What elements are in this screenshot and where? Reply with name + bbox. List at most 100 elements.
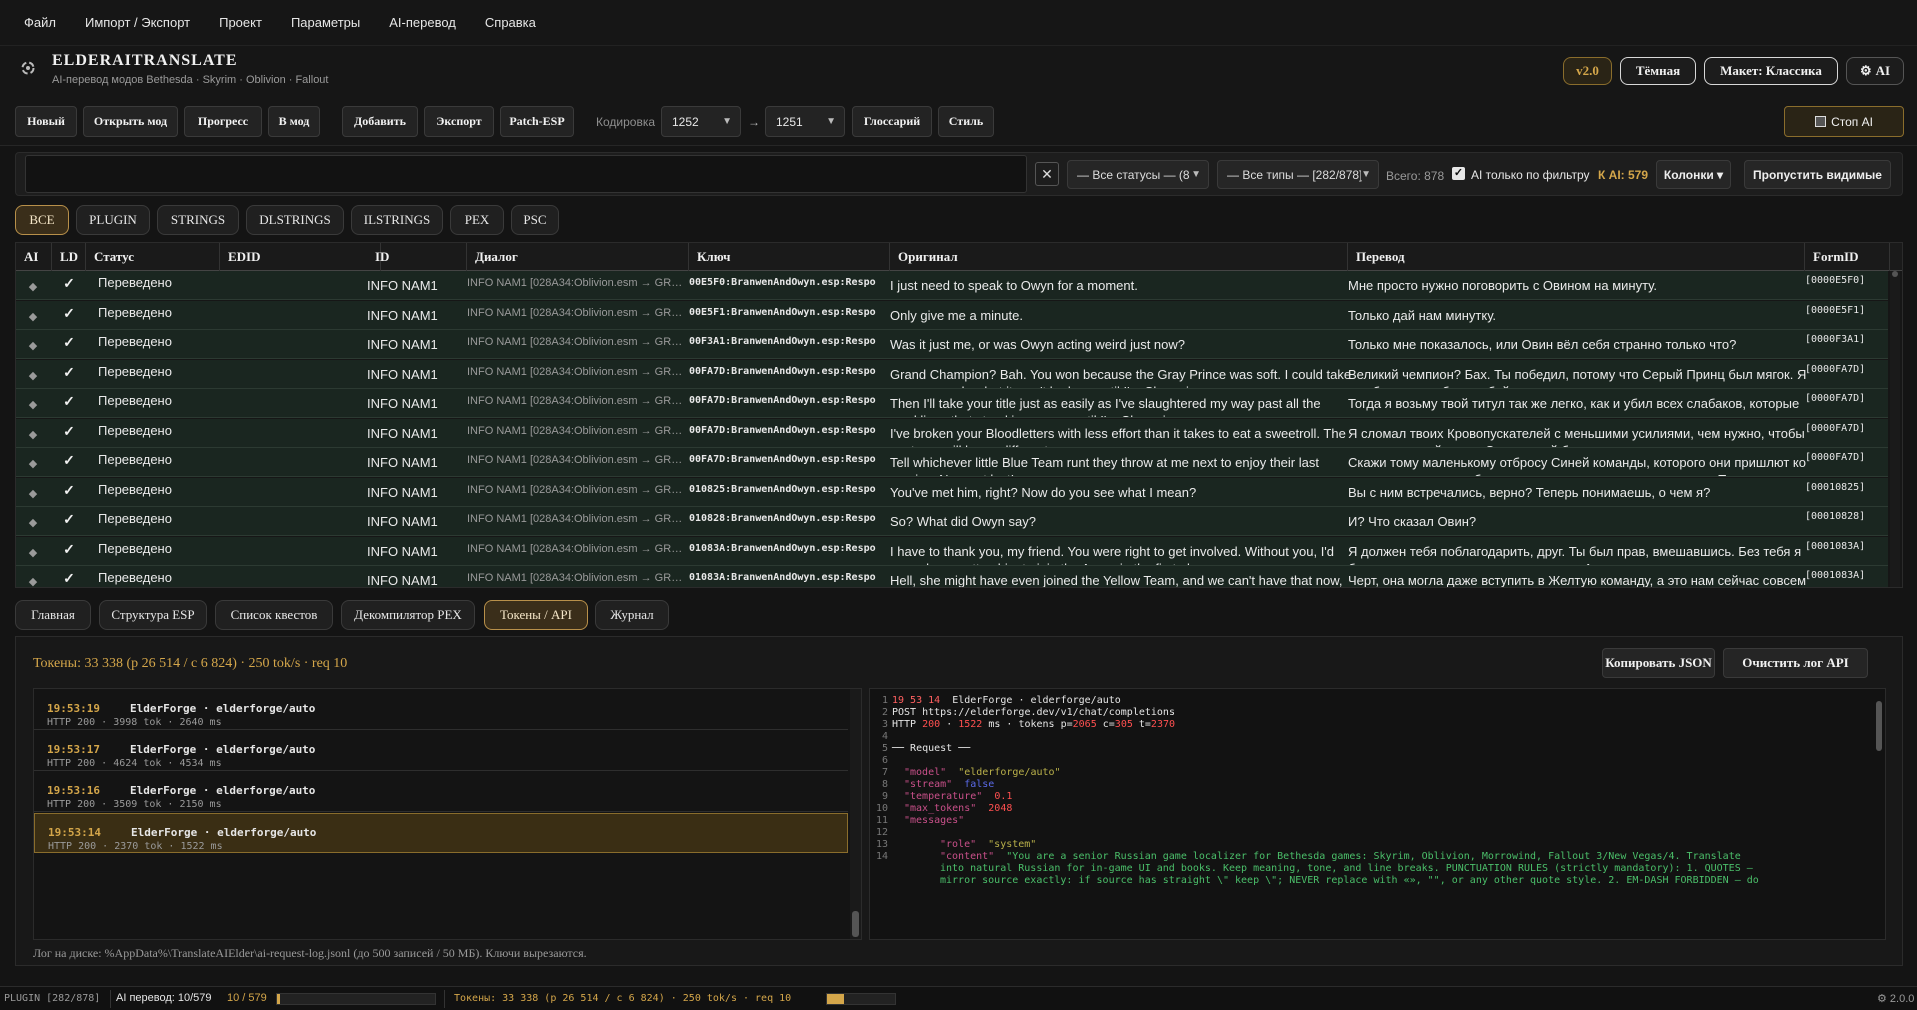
search-input[interactable] [25,155,1027,193]
tab-esp-structure[interactable]: Структура ESP [99,600,207,630]
request-item[interactable]: 19:53:17 ElderForge · elderforge/auto HTTP… [34,731,848,771]
status-cell: Переведено [98,275,172,290]
request-item[interactable]: 19:53:16 ElderForge · elderforge/auto HTTP… [34,772,848,812]
table-row[interactable]: ◆ ✓ Переведено INFO NAM1 INFO NAM1 [028A34:O… [16,507,1888,536]
request-json-view[interactable]: 1 19 53 14 ElderForge · elderforge/auto … [869,688,1886,940]
loaded-check-icon: ✓ [63,363,75,380]
formid-cell: [0000E5F1] [1805,304,1866,316]
json-completion-tokens: 305 [1114,719,1133,730]
scrollbar-thumb[interactable] [852,911,859,937]
col-key[interactable]: Ключ [689,243,890,271]
ai-only-filter-checkbox[interactable]: ✓ [1452,167,1465,180]
encoding-to-select[interactable]: 1251 ▼ [765,106,845,137]
style-button[interactable]: Стиль [938,106,994,137]
clear-search-button[interactable]: ✕ [1035,162,1059,186]
ai-settings-button[interactable]: ⚙ AI [1846,57,1904,85]
tab-strings[interactable]: STRINGS [157,205,239,235]
translation-cell[interactable]: Тогда я возьму твой титул так же легко, … [1348,389,1815,417]
table-row[interactable]: ◆ ✓ Переведено INFO NAM1 INFO NAM1 [028A34:O… [16,536,1888,566]
table-row[interactable]: ◆ ✓ Переведено INFO NAM1 INFO NAM1 [028A34:O… [16,330,1888,359]
stop-ai-button[interactable]: Стоп AI [1784,106,1904,137]
type-filter-select[interactable]: — Все типы — [282/878] ▼ [1217,160,1379,189]
translation-cell[interactable]: Я сломал твоих Кровопускателей с меньшим… [1348,419,1815,447]
col-id[interactable]: ID [367,243,467,271]
tab-all[interactable]: ВСЕ [15,205,69,235]
menu-file[interactable]: Файл [24,15,56,30]
tab-home[interactable]: Главная [15,600,91,630]
loaded-check-icon: ✓ [63,393,75,409]
translation-cell[interactable]: И? Что сказал Овин? [1348,507,1815,535]
table-row[interactable]: ◆ ✓ Переведено INFO NAM1 INFO NAM1 [028A34:O… [16,389,1888,418]
copy-json-button[interactable]: Копировать JSON [1602,648,1715,678]
divider [110,990,111,1008]
line-number: 14 [875,851,888,862]
export-button[interactable]: Экспорт [424,106,494,137]
translation-cell[interactable]: Мне просто нужно поговорить с Овином на … [1348,271,1815,299]
tab-psc[interactable]: PSC [511,205,559,235]
patch-esp-button[interactable]: Patch-ESP [500,106,574,137]
clear-api-log-button[interactable]: Очистить лог API [1723,648,1868,678]
table-row[interactable]: ◆ ✓ Переведено INFO NAM1 INFO NAM1 [028A34:O… [16,566,1888,587]
table-scrollbar[interactable] [1890,271,1900,587]
id-cell: INFO NAM1 [367,484,438,500]
menu-settings[interactable]: Параметры [291,15,360,30]
tab-plugin[interactable]: PLUGIN [76,205,150,235]
tab-quest-list[interactable]: Список квестов [215,600,333,630]
table-row[interactable]: ◆ ✓ Переведено INFO NAM1 INFO NAM1 [028A34:O… [16,448,1888,477]
col-ld[interactable]: LD [52,243,86,271]
encoding-from-select[interactable]: 1252 ▼ [661,106,741,137]
tab-dlstrings[interactable]: DLSTRINGS [246,205,344,235]
tab-pex-decompiler[interactable]: Декомпилятор PEX [341,600,475,630]
table-row[interactable]: ◆ ✓ Переведено INFO NAM1 INFO NAM1 [028A34:O… [16,271,1888,300]
table-row[interactable]: ◆ ✓ Переведено INFO NAM1 INFO NAM1 [028A34:O… [16,477,1888,507]
progress-button[interactable]: Прогресс [184,106,262,137]
menu-project[interactable]: Проект [219,15,262,30]
request-list: 19:53:19 ElderForge · elderforge/auto HTTP… [33,688,862,940]
json-scrollbar[interactable] [1875,691,1883,939]
add-button[interactable]: Добавить [342,106,418,137]
menu-import-export[interactable]: Импорт / Экспорт [85,15,190,30]
status-filter-select[interactable]: — Все статусы — (8 ▼ [1067,160,1209,189]
translation-cell[interactable]: Скажи тому маленькому отбросу Синей кома… [1348,448,1815,476]
to-mod-button[interactable]: В мод [268,106,320,137]
skip-visible-button[interactable]: Пропустить видимые [1744,160,1891,189]
request-list-scrollbar[interactable] [850,689,861,939]
tab-tokens-api[interactable]: Токены / API [484,600,588,630]
table-row[interactable]: ◆ ✓ Переведено INFO NAM1 INFO NAM1 [028A34:O… [16,359,1888,389]
translation-cell[interactable]: Только мне показалось, или Овин вёл себя… [1348,330,1815,358]
key-cell: 01083A:BranwenAndOwyn.esp:Respo [689,572,876,583]
col-dialog[interactable]: Диалог [467,243,689,271]
request-item[interactable]: 19:53:14 ElderForge · elderforge/auto HTTP… [34,813,848,853]
col-original[interactable]: Оригинал [890,243,1348,271]
menu-ai-translate[interactable]: AI-перевод [389,15,456,30]
table-row[interactable]: ◆ ✓ Переведено INFO NAM1 INFO NAM1 [028A34:O… [16,418,1888,448]
menu-help[interactable]: Справка [485,15,536,30]
line-number: 8 [881,779,888,790]
translation-cell[interactable]: Вы с ним встречались, верно? Теперь пони… [1348,478,1815,506]
col-edid[interactable]: EDID [220,243,381,271]
col-formid[interactable]: FormID [1805,243,1890,271]
translation-cell[interactable]: Великий чемпион? Бах. Ты победил, потому… [1348,360,1815,388]
translation-cell[interactable]: Черт, она могла даже вступить в Желтую к… [1348,566,1815,587]
tab-pex[interactable]: PEX [450,205,504,235]
new-button[interactable]: Новый [15,106,77,137]
table-row[interactable]: ◆ ✓ Переведено INFO NAM1 INFO NAM1 [028A34:O… [16,300,1888,330]
columns-button[interactable]: Колонки ▾ [1656,160,1731,189]
scrollbar-thumb[interactable] [1876,701,1882,751]
request-item[interactable]: 19:53:19 ElderForge · elderforge/auto HTTP… [34,690,848,730]
loaded-check-icon: ✓ [63,570,75,586]
translation-cell[interactable]: Только дай нам минутку. [1348,301,1815,329]
token-summary: Токены: 33 338 (p 26 514 / c 6 824) · 25… [33,656,348,671]
json-line: "temperature" 0.1 [904,791,1864,802]
col-ai[interactable]: AI [16,243,52,271]
tab-ilstrings[interactable]: ILSTRINGS [351,205,443,235]
theme-button[interactable]: Тёмная [1620,57,1696,85]
col-status[interactable]: Статус [86,243,220,271]
layout-button[interactable]: Макет: Классика [1704,57,1838,85]
scrollbar-thumb[interactable] [1892,271,1898,277]
glossary-button[interactable]: Глоссарий [852,106,932,137]
col-translation[interactable]: Перевод [1348,243,1805,271]
translation-cell[interactable]: Я должен тебя поблагодарить, друг. Ты бы… [1348,537,1815,565]
tab-journal[interactable]: Журнал [595,600,669,630]
open-mod-button[interactable]: Открыть мод [83,106,178,137]
